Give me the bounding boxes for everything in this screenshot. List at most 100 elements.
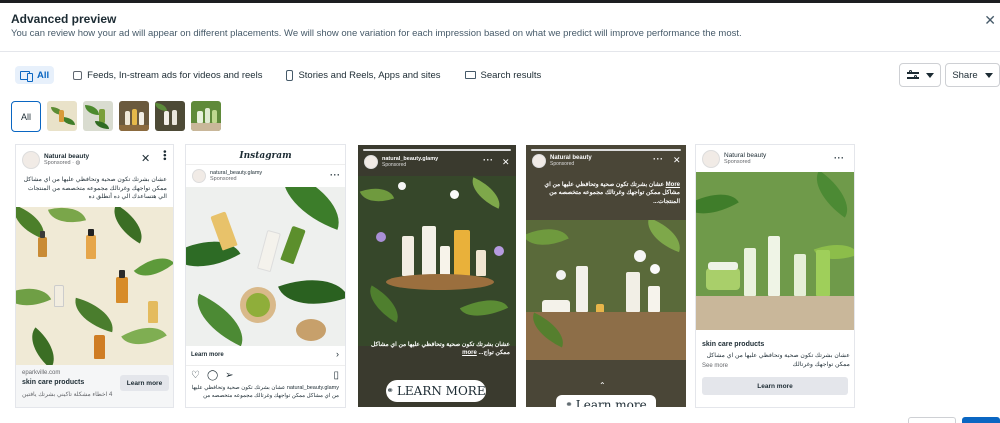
story-text-body: عشان بشرتك تكون صحية وتحافظي عليها من اي… — [370, 342, 510, 357]
feeds-checkbox-icon — [73, 70, 83, 80]
preview-instagram-feed: Instagram natural_beauty.glamy Sponsored… — [186, 145, 345, 407]
close-icon[interactable]: ✕ — [502, 157, 510, 168]
link-icon: ⚭ — [386, 386, 394, 396]
close-icon[interactable]: ✕ — [984, 12, 996, 29]
sponsored-label: Sponsored · ◍ — [44, 160, 89, 166]
share-button[interactable]: Share — [945, 63, 1000, 87]
learn-more-button[interactable]: ⚭ Learn more — [556, 395, 656, 407]
more-options-icon[interactable]: ··· — [653, 154, 664, 164]
preview-instagram-story: natural_beauty.glamy Sponsored ··· ✕ عشا… — [358, 145, 516, 407]
primary-text: عشان بشرتك تكون صحية وتحافظي عليها من اي… — [23, 176, 167, 201]
monitor-icon — [464, 71, 476, 79]
filter-all[interactable]: All — [15, 66, 55, 84]
avatar — [702, 150, 720, 168]
filter-all-label: All — [37, 69, 50, 81]
thumbnail-5[interactable] — [191, 101, 221, 131]
share-label: Share — [952, 69, 978, 81]
link-description: 4 اخطاء مشكلة تاكيني بشرتك يافتين — [22, 392, 113, 398]
sponsored-label: Sponsored — [210, 176, 237, 182]
see-more-link[interactable]: See more — [702, 363, 728, 369]
divider — [186, 164, 345, 165]
learn-more-link: Learn more — [191, 352, 224, 358]
filter-stories[interactable]: Stories and Reels, Apps and sites — [281, 66, 445, 84]
learn-more-button[interactable]: ⚭ LEARN MORE — [386, 380, 486, 402]
dialog-title: Advanced preview — [11, 12, 117, 26]
post-header: natural_beauty.glamy Sponsored — [192, 169, 262, 183]
preview-facebook-feed: Natural beauty Sponsored · ◍ ✕ ••• عشان … — [16, 145, 173, 407]
learn-more-label: Learn more — [575, 398, 647, 407]
globe-icon: ◍ — [75, 160, 81, 166]
send-icon[interactable]: ➢ — [225, 370, 233, 381]
close-icon[interactable]: ✕ — [141, 152, 150, 165]
thumbnail-3[interactable] — [119, 101, 149, 131]
filter-feeds[interactable]: Feeds, In-stream ads for videos and reel… — [68, 66, 267, 84]
thumbnail-2[interactable] — [83, 101, 113, 131]
ad-image — [526, 220, 686, 360]
ad-image — [696, 172, 854, 330]
chevron-right-icon: › — [336, 349, 339, 359]
post-header: Natural beauty Sponsored — [532, 154, 592, 168]
page-name: Natural beauty — [44, 153, 90, 160]
headline: skin care products — [702, 341, 765, 348]
more-link[interactable]: More — [666, 182, 680, 188]
more-options-icon[interactable]: ••• — [160, 150, 170, 161]
filter-feeds-label: Feeds, In-stream ads for videos and reel… — [87, 69, 263, 81]
creative-thumbnails: All — [11, 101, 221, 132]
learn-more-button[interactable]: Learn more — [702, 377, 848, 395]
placement-filters: All Feeds, In-stream ads for videos and … — [15, 66, 546, 84]
learn-more-button[interactable]: Learn more — [120, 375, 169, 391]
chevron-down-icon — [925, 72, 934, 78]
filter-search-label: Search results — [480, 69, 542, 81]
thumbnail-all-label: All — [20, 111, 31, 122]
footer-secondary-button[interactable] — [908, 417, 956, 423]
chevron-down-icon — [984, 72, 993, 78]
story-text: More عشان بشرتك تكون صحية وتحافظي عليها … — [532, 181, 680, 206]
bookmark-icon[interactable]: ▯ — [333, 370, 339, 381]
post-header: Natural beauty Sponsored · ◍ — [22, 151, 89, 169]
sponsored-label: Sponsored — [382, 162, 407, 168]
dialog-subtitle: You can review how your ad will appear o… — [11, 28, 742, 39]
story-progress — [363, 149, 511, 151]
avatar — [364, 155, 378, 169]
caption: natural_beauty.glamy عشان بشرتك تكون صحي… — [191, 385, 339, 399]
action-icons: ♡ ◯ ➢ — [191, 370, 234, 381]
chevron-up-icon[interactable]: ⌃ — [599, 381, 606, 390]
link-headline: skin care products — [22, 379, 85, 386]
adjust-settings-button[interactable] — [899, 63, 941, 87]
story-text-body: عشان بشرتك تكون صحية وتحافظي عليها من اي… — [544, 182, 680, 205]
placements-icon — [20, 70, 33, 82]
thumbnail-1[interactable] — [47, 101, 77, 131]
sliders-icon — [906, 70, 919, 80]
post-header: natural_beauty.glamy Sponsored — [364, 155, 438, 169]
more-options-icon[interactable]: ··· — [330, 170, 341, 180]
more-options-icon[interactable]: ··· — [834, 153, 845, 163]
link-domain: eparkville.com — [22, 370, 61, 376]
heart-icon[interactable]: ♡ — [191, 370, 200, 381]
post-header: Natural beauty Sponsored — [702, 150, 766, 168]
ad-image — [358, 176, 516, 346]
ad-image — [16, 207, 173, 365]
avatar — [532, 154, 546, 168]
filter-search[interactable]: Search results — [460, 66, 547, 84]
comment-icon[interactable]: ◯ — [207, 370, 218, 381]
ad-image — [186, 187, 345, 346]
thumbnail-4[interactable] — [155, 101, 185, 131]
footer-primary-button[interactable] — [962, 417, 1000, 423]
link-description-row: eparkville.com skin care products 4 اخطا… — [16, 365, 173, 407]
thumbnail-all[interactable]: All — [11, 101, 41, 132]
page-name: Natural beauty — [724, 152, 767, 159]
phone-icon — [286, 69, 294, 81]
cta-row[interactable]: Learn more › — [186, 346, 345, 366]
link-icon: ⚭ — [565, 400, 573, 407]
learn-more-label: LEARN MORE — [396, 384, 486, 398]
sponsored-label: Sponsored — [550, 161, 575, 167]
close-icon[interactable]: ✕ — [673, 155, 681, 166]
preview-facebook-feed-2: Natural beauty Sponsored ··· skin care p… — [696, 145, 854, 407]
sponsored-text: Sponsored · — [44, 160, 76, 166]
more-link[interactable]: more — [462, 350, 477, 356]
preview-facebook-story: Natural beauty Sponsored ··· ✕ More عشان… — [526, 145, 686, 407]
avatar — [192, 169, 206, 183]
more-options-icon[interactable]: ··· — [483, 155, 494, 165]
avatar — [22, 151, 40, 169]
header-divider — [0, 51, 1000, 52]
